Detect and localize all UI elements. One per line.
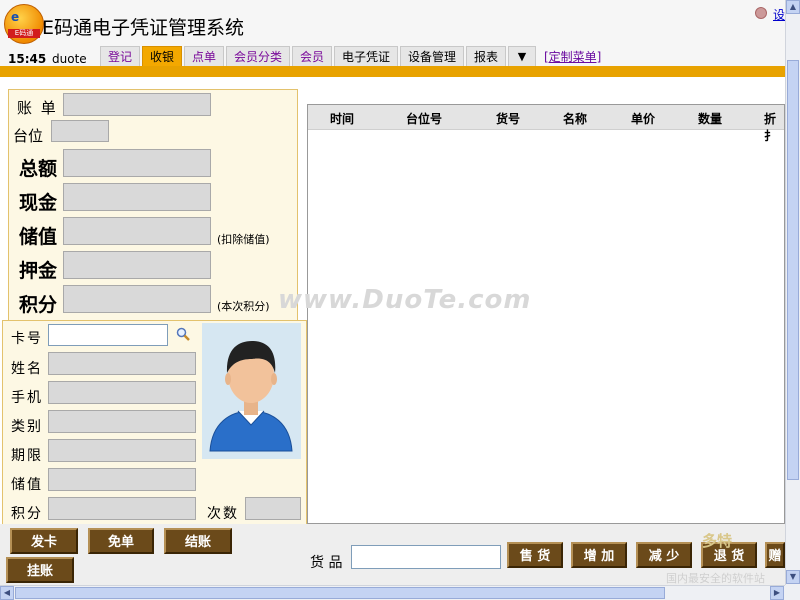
scrollbar-corner (785, 585, 800, 600)
col-name[interactable]: 名称 (563, 110, 587, 127)
settings-link[interactable]: 设 (773, 6, 785, 23)
goods-input[interactable] (351, 545, 501, 569)
bill-field[interactable] (63, 93, 211, 116)
logo-caption: E码通 (8, 29, 40, 38)
category-label: 类别 (11, 419, 43, 435)
logo-mark: e (11, 10, 20, 24)
hang-bill-button[interactable]: 挂账 (6, 557, 74, 583)
free-bill-button[interactable]: 免单 (88, 528, 154, 554)
corner-watermark: 多特 国内最安全的软件站 (666, 530, 800, 588)
tab-member[interactable]: 会员 (292, 46, 332, 66)
site-watermark: www.DuoTe.com (278, 285, 532, 315)
issue-card-button[interactable]: 发卡 (10, 528, 78, 554)
tab-order[interactable]: 点单 (184, 46, 224, 66)
tab-register[interactable]: 登记 (100, 46, 140, 66)
col-time[interactable]: 时间 (330, 110, 354, 127)
cash-label: 现金 (19, 192, 58, 214)
member-panel: 卡号 姓名 手机 类别 期限 储值 积分 次数 (2, 320, 307, 525)
card-label: 卡号 (11, 331, 43, 347)
deposit-label: 押金 (19, 260, 58, 282)
expiry-field[interactable] (48, 439, 196, 462)
expiry-label: 期限 (11, 448, 43, 464)
col-item-no[interactable]: 货号 (496, 110, 520, 127)
category-field[interactable] (48, 410, 196, 433)
header-accent-bar (0, 66, 785, 77)
add-button[interactable]: 增 加 (571, 542, 627, 568)
grid-header: 时间 台位号 货号 名称 单价 数量 折扌 (308, 105, 784, 143)
current-user: duote (52, 52, 87, 66)
stored-value-note: (扣除储值) (217, 233, 270, 246)
col-discount[interactable]: 折扌 (764, 110, 784, 144)
scroll-up-arrow-icon[interactable]: ▲ (786, 0, 800, 14)
member-points-field[interactable] (48, 497, 196, 520)
horizontal-scroll-thumb[interactable] (15, 587, 665, 599)
header: e E码通 E码通电子凭证管理系统 设 15:45 duote 登记 收银 点单… (0, 0, 785, 68)
stored-value-field[interactable] (63, 217, 211, 245)
tab-device-management[interactable]: 设备管理 (400, 46, 464, 66)
bill-form-panel: 账 单 台位 总额 现金 储值 (扣除储值) 押金 积分 (本次积分) (8, 89, 298, 321)
custom-menu-link[interactable]: [定制菜单] (544, 48, 601, 65)
count-label: 次数 (207, 506, 239, 522)
deposit-field[interactable] (63, 251, 211, 279)
table-field[interactable] (51, 120, 109, 142)
stored-label: 储值 (11, 477, 43, 493)
app-logo: e E码通 (4, 4, 44, 44)
phone-label: 手机 (11, 390, 43, 406)
bill-label: 账 单 (17, 99, 58, 117)
cash-field[interactable] (63, 183, 211, 211)
phone-field[interactable] (48, 381, 196, 404)
settle-button[interactable]: 结账 (164, 528, 232, 554)
col-table-no[interactable]: 台位号 (406, 110, 442, 127)
settings-icon[interactable] (755, 7, 767, 19)
tabs-more-dropdown[interactable]: ▼ (508, 46, 536, 66)
tab-reports[interactable]: 报表 (466, 46, 506, 66)
person-icon (209, 341, 293, 452)
count-field[interactable] (245, 497, 301, 520)
total-field[interactable] (63, 149, 211, 177)
points-note: (本次积分) (217, 300, 270, 313)
horizontal-scrollbar[interactable]: ◀ ▶ (0, 585, 785, 600)
scroll-down-arrow-icon[interactable]: ▼ (786, 570, 800, 584)
col-unit-price[interactable]: 单价 (631, 110, 655, 127)
member-avatar (202, 323, 301, 459)
vertical-scrollbar[interactable]: ▲ ▼ (785, 0, 800, 585)
corner-watermark-title: 多特 (702, 532, 733, 550)
search-icon[interactable] (176, 327, 190, 341)
scroll-left-arrow-icon[interactable]: ◀ (0, 586, 14, 600)
tab-cashier[interactable]: 收银 (142, 46, 182, 66)
scroll-right-arrow-icon[interactable]: ▶ (770, 586, 784, 600)
sell-button[interactable]: 售 货 (507, 542, 563, 568)
tab-e-voucher[interactable]: 电子凭证 (334, 46, 398, 66)
tab-member-category[interactable]: 会员分类 (226, 46, 290, 66)
table-label: 台位 (13, 127, 44, 145)
vertical-scroll-thumb[interactable] (787, 60, 799, 480)
name-field[interactable] (48, 352, 196, 375)
points-field[interactable] (63, 285, 211, 313)
member-points-label: 积分 (11, 506, 43, 522)
clock: 15:45 (8, 52, 47, 66)
app-title: E码通电子凭证管理系统 (42, 17, 245, 39)
card-number-input[interactable] (48, 324, 168, 346)
stored-field[interactable] (48, 468, 196, 491)
name-label: 姓名 (11, 361, 43, 377)
goods-label: 货 品 (310, 555, 343, 571)
total-label: 总额 (19, 158, 58, 180)
col-quantity[interactable]: 数量 (698, 110, 722, 127)
stored-value-label: 储值 (19, 226, 58, 248)
corner-watermark-slogan: 国内最安全的软件站 (666, 572, 765, 585)
points-label: 积分 (19, 294, 58, 316)
